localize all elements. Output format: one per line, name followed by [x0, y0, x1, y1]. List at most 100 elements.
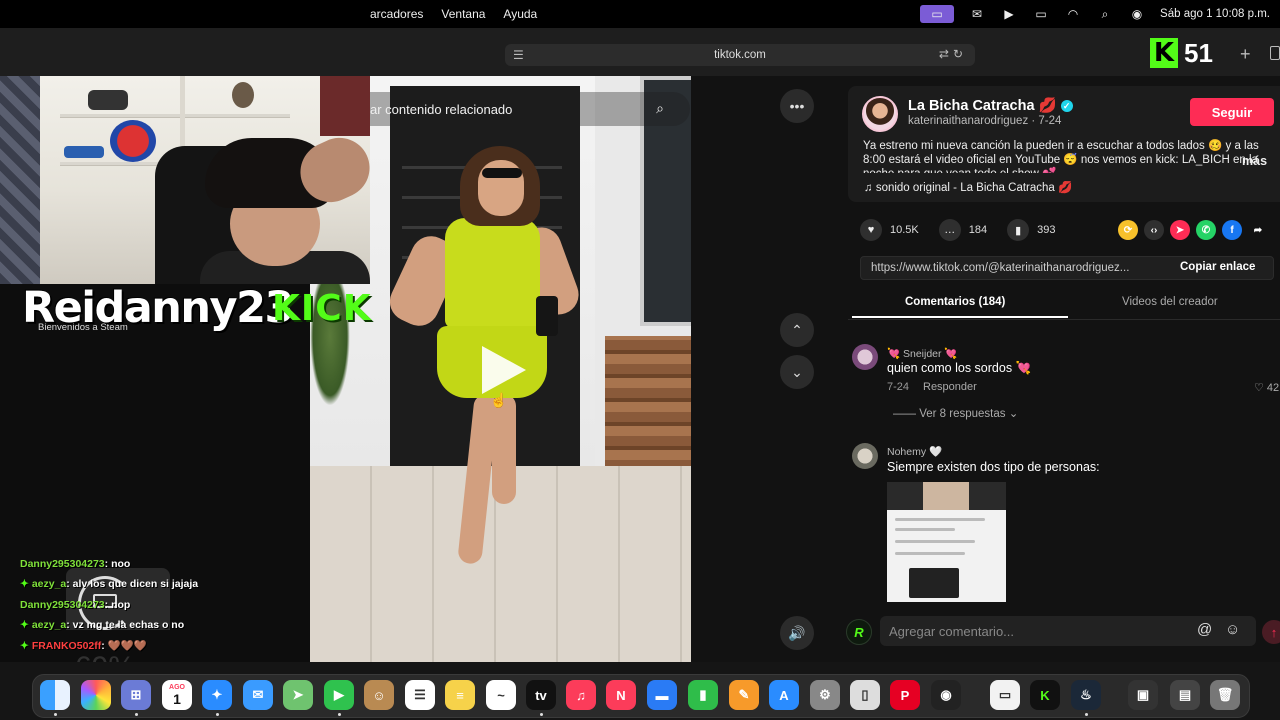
view-replies-button[interactable]: —— Ver 8 respuestas ⌄	[893, 406, 1018, 420]
mention-icon[interactable]: @	[1197, 621, 1212, 638]
obs-icon[interactable]: ◉	[931, 680, 961, 710]
reply-button[interactable]: Responder	[923, 381, 977, 393]
kick-app-icon[interactable]: K	[1030, 680, 1060, 710]
freeform-icon[interactable]: ~	[486, 680, 516, 710]
app-store-icon[interactable]: A	[769, 680, 799, 710]
comment-input-placeholder: Agregar comentario...	[889, 623, 1015, 639]
repost-icon[interactable]: ⟳	[1118, 220, 1138, 240]
play-status-icon[interactable]: ▶	[1000, 7, 1018, 21]
new-tab-button[interactable]: +	[1240, 44, 1251, 65]
maps-icon[interactable]: ➤	[283, 680, 313, 710]
translate-reload-icon[interactable]: ⇄↻	[939, 47, 967, 61]
more-options-button[interactable]: •••	[780, 89, 814, 123]
tab-overview-icon[interactable]	[1270, 46, 1280, 60]
screenshot-line	[895, 518, 985, 521]
reminders-icon[interactable]: ☰	[405, 680, 435, 710]
next-video-button[interactable]: ⌄	[780, 355, 814, 389]
video-figure-bag	[536, 296, 558, 336]
chat-username[interactable]: Danny295304273	[20, 599, 105, 611]
facebook-icon[interactable]: f	[1222, 220, 1242, 240]
commenter-avatar[interactable]	[852, 443, 878, 469]
steam-icon[interactable]: ♨	[1071, 680, 1101, 710]
chat-message: ✦ FRANKO502ff: 🤎🤎🤎	[20, 636, 320, 656]
send-comment-button[interactable]: ↑	[1262, 620, 1280, 644]
apple-tv-icon[interactable]: tv	[526, 680, 556, 710]
contacts-icon[interactable]: ☺	[364, 680, 394, 710]
embed-icon[interactable]: ‹›	[1144, 220, 1164, 240]
clock[interactable]: Sáb ago 1 10:08 p.m.	[1160, 8, 1270, 20]
keynote-icon[interactable]: ▬	[647, 680, 677, 710]
commenter-avatar[interactable]	[852, 344, 878, 370]
photos-icon[interactable]	[81, 680, 111, 710]
iphone-mirroring-icon[interactable]: ▯	[850, 680, 880, 710]
facetime-icon[interactable]: ▶	[324, 680, 354, 710]
emoji-icon[interactable]: ☺	[1225, 621, 1240, 638]
heart-icon[interactable]: ♥	[860, 219, 882, 241]
toy-car-image	[64, 146, 104, 158]
wifi-icon[interactable]: ◠	[1064, 7, 1082, 21]
running-indicator	[338, 713, 341, 716]
play-icon[interactable]	[482, 346, 526, 394]
screen-mirror-icon[interactable]: ▭	[920, 5, 955, 23]
menu-item-window[interactable]: Ventana	[441, 7, 485, 21]
previous-video-button[interactable]: ⌃	[780, 313, 814, 347]
address-bar[interactable]: ☰ tiktok.com ⇄↻	[505, 44, 975, 66]
sidecar-icon[interactable]: ▭	[990, 680, 1020, 710]
comment-username[interactable]: 💘 Sneijder 💘	[887, 347, 958, 360]
control-center-icon[interactable]: ◉	[1128, 7, 1146, 21]
search-icon[interactable]: ⌕	[1096, 7, 1114, 21]
mail-app-icon[interactable]: ✉	[243, 680, 273, 710]
news-icon[interactable]: N	[606, 680, 636, 710]
save-stat[interactable]: ▮ 393	[1007, 219, 1055, 241]
creator-name[interactable]: La Bicha Catracha 💋 ✓	[908, 97, 1073, 114]
comment-like-button[interactable]: ♡ 42	[1254, 381, 1279, 394]
tab-creator-videos[interactable]: Videos del creador	[1122, 296, 1218, 308]
copy-link-button[interactable]: Copiar enlace	[1180, 261, 1255, 273]
creator-handle[interactable]: katerinaithanarodriguez · 7-24	[908, 115, 1061, 127]
folder-icon[interactable]: ▤	[1170, 680, 1200, 710]
mail-icon[interactable]: ✉	[968, 7, 986, 21]
system-settings-icon[interactable]: ⚙	[810, 680, 840, 710]
related-search-bar[interactable]: ar contenido relacionado ⌕	[320, 92, 690, 126]
my-avatar[interactable]: R	[846, 619, 872, 645]
chat-username[interactable]: FRANKO502ff	[32, 640, 101, 652]
bookmark-icon[interactable]: ▮	[1007, 219, 1030, 241]
music-icon[interactable]: ♫	[566, 680, 596, 710]
window-icon[interactable]: ▣	[1128, 680, 1158, 710]
share-arrow-icon[interactable]: ➦	[1248, 220, 1268, 240]
calendar-icon[interactable]: AGO 1	[162, 680, 192, 710]
more-button[interactable]: más	[1242, 154, 1267, 168]
pages-icon[interactable]: ✎	[729, 680, 759, 710]
menu-item-bookmarks[interactable]: arcadores	[370, 7, 423, 21]
send-to-friends-icon[interactable]: ➤	[1170, 220, 1190, 240]
creator-avatar[interactable]	[862, 96, 898, 132]
comment-username[interactable]: Nohemy 🤍	[887, 445, 942, 458]
volume-button[interactable]: 🔊	[780, 616, 814, 650]
chat-username[interactable]: Danny295304273	[20, 558, 105, 570]
chat-message: ✦ aezy_a: vz mg te la echas o no	[20, 615, 320, 635]
music-link[interactable]: ♫ sonido original - La Bicha Catracha 💋	[864, 180, 1072, 194]
search-icon[interactable]: ⌕	[656, 100, 664, 117]
launchpad-icon[interactable]: ⊞	[121, 680, 151, 710]
shelf	[60, 114, 290, 118]
tab-comments[interactable]: Comentarios (184)	[905, 296, 1005, 308]
battery-icon[interactable]: ▭	[1032, 7, 1050, 21]
chat-username[interactable]: aezy_a	[32, 619, 66, 631]
comment-text: quien como los sordos 💘	[887, 361, 1032, 375]
follow-button[interactable]: Seguir	[1190, 98, 1274, 126]
pinterest-icon[interactable]: P	[890, 680, 920, 710]
menu-item-help[interactable]: Ayuda	[503, 7, 537, 21]
trash-icon[interactable]: 🗑	[1210, 680, 1240, 710]
reader-icon[interactable]: ☰	[513, 48, 524, 62]
whatsapp-icon[interactable]: ✆	[1196, 220, 1216, 240]
webcam-overlay	[0, 76, 370, 284]
safari-icon[interactable]: ✦	[202, 680, 232, 710]
comment-icon[interactable]: …	[938, 219, 961, 241]
chat-username[interactable]: aezy_a	[32, 578, 66, 590]
comment-stat[interactable]: … 184	[938, 219, 987, 241]
notes-icon[interactable]: ≡	[445, 680, 475, 710]
comment-screenshot-image[interactable]	[887, 482, 1006, 602]
like-stat[interactable]: ♥ 10.5K	[860, 219, 919, 241]
numbers-icon[interactable]: ▮	[688, 680, 718, 710]
finder-icon[interactable]	[40, 680, 70, 710]
